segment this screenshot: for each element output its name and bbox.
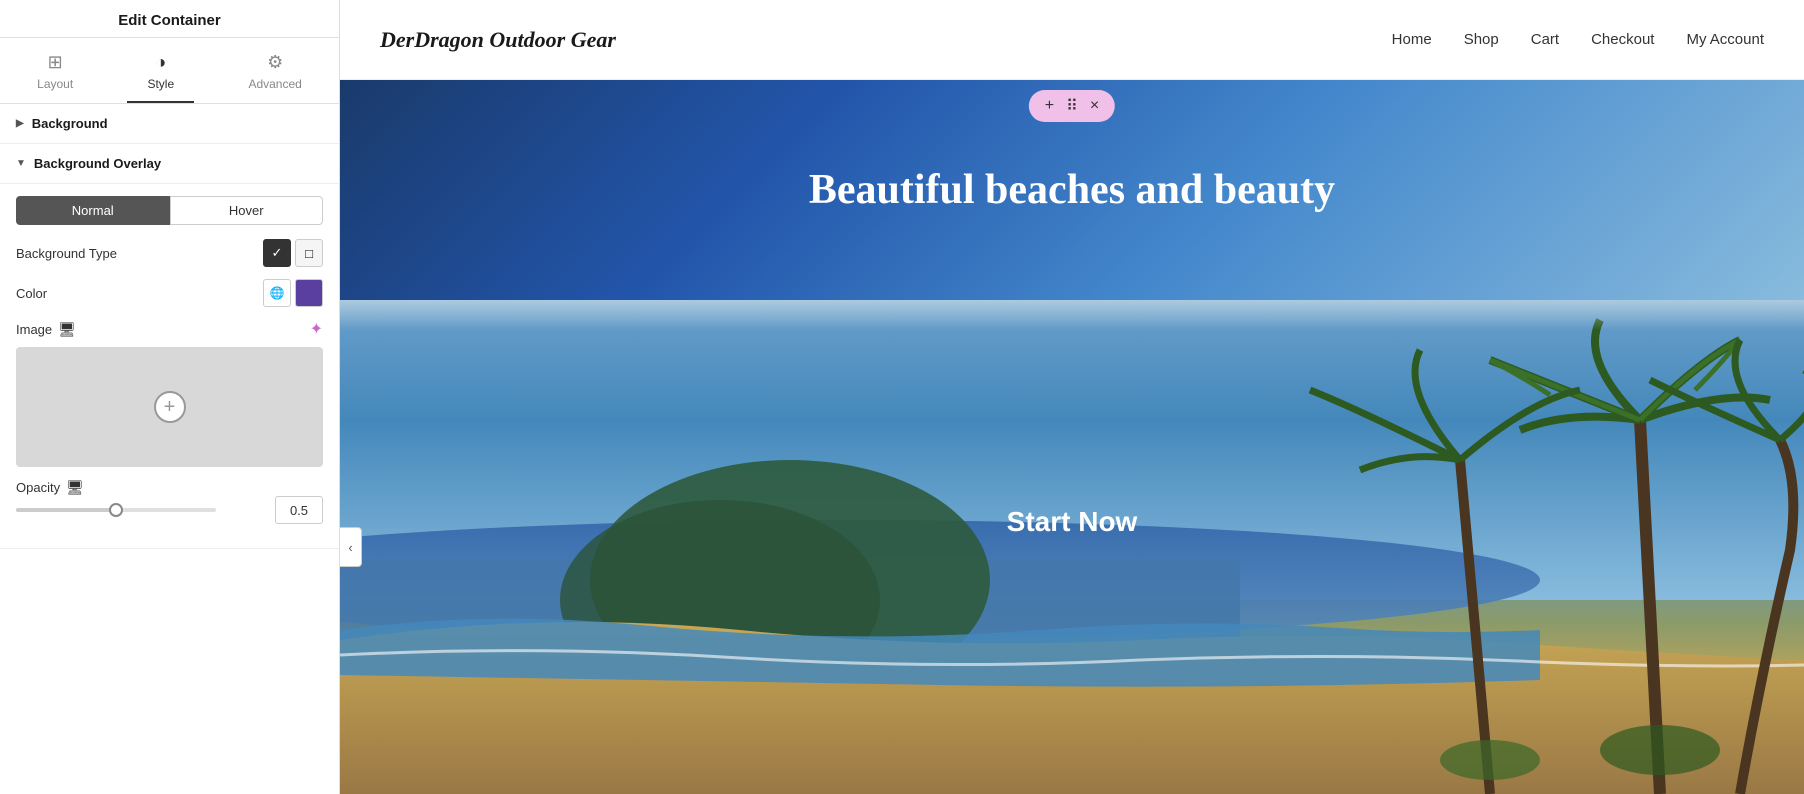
- opacity-slider-fill: [16, 508, 116, 512]
- image-label-group: Image 🖥: [16, 321, 76, 338]
- layout-icon: ⊞: [48, 52, 63, 73]
- background-overlay-content: Normal Hover Background Type ✓ □ Color 🌐…: [0, 184, 339, 549]
- beach-overlay: [340, 300, 1804, 380]
- floating-toolbar: + ⠿ ×: [1029, 90, 1115, 122]
- opacity-slider-track: [16, 508, 216, 512]
- beach-section: Start Now ‹: [340, 300, 1804, 794]
- background-overlay-arrow: ▼: [16, 158, 26, 169]
- background-type-label: Background Type: [16, 246, 117, 261]
- nav-cart[interactable]: Cart: [1531, 31, 1559, 48]
- nav-checkout[interactable]: Checkout: [1591, 31, 1654, 48]
- bg-type-solid-btn[interactable]: ✓: [263, 239, 291, 267]
- color-globe-btn[interactable]: 🌐: [263, 279, 291, 307]
- normal-tab[interactable]: Normal: [16, 196, 170, 225]
- opacity-label-text: Opacity: [16, 480, 60, 495]
- tab-layout[interactable]: ⊞ Layout: [17, 46, 93, 103]
- style-icon: ◑: [155, 52, 166, 73]
- background-type-row: Background Type ✓ □: [16, 239, 323, 267]
- color-swatch[interactable]: [295, 279, 323, 307]
- image-magic-btn[interactable]: ✦: [310, 319, 323, 339]
- background-arrow: ▶: [16, 118, 24, 129]
- nav-my-account[interactable]: My Account: [1686, 31, 1764, 48]
- background-overlay-label: Background Overlay: [34, 156, 161, 171]
- beach-bg: Start Now: [340, 300, 1804, 794]
- opacity-controls-row: [16, 496, 323, 524]
- panel-header: Edit Container: [0, 0, 339, 38]
- image-upload-area[interactable]: +: [16, 347, 323, 467]
- image-row: Image 🖥 ✦: [16, 319, 323, 339]
- nav-shop[interactable]: Shop: [1464, 31, 1499, 48]
- tab-advanced-label: Advanced: [248, 77, 301, 91]
- toolbar-close-btn[interactable]: ×: [1090, 97, 1099, 115]
- site-nav: DerDragon Outdoor Gear Home Shop Cart Ch…: [340, 0, 1804, 80]
- tab-advanced[interactable]: ⚙ Advanced: [228, 46, 321, 103]
- opacity-label-row: Opacity 🖥: [16, 479, 323, 496]
- bg-type-gradient-btn[interactable]: □: [295, 239, 323, 267]
- opacity-monitor-icon: 🖥: [66, 479, 84, 496]
- left-panel: Edit Container ⊞ Layout ◑ Style ⚙ Advanc…: [0, 0, 340, 794]
- color-label: Color: [16, 286, 47, 301]
- nav-links: Home Shop Cart Checkout My Account: [1392, 31, 1764, 48]
- tabs-row: ⊞ Layout ◑ Style ⚙ Advanced: [0, 38, 339, 104]
- collapse-panel-btn[interactable]: ‹: [340, 527, 362, 567]
- tab-layout-label: Layout: [37, 77, 73, 91]
- site-logo: DerDragon Outdoor Gear: [380, 27, 616, 53]
- nav-home[interactable]: Home: [1392, 31, 1432, 48]
- beach-cta: Start Now: [1007, 506, 1138, 538]
- toolbar-drag-btn[interactable]: ⠿: [1066, 96, 1078, 116]
- tab-style[interactable]: ◑ Style: [127, 46, 194, 103]
- background-overlay-section-header[interactable]: ▼ Background Overlay: [0, 144, 339, 184]
- right-area: DerDragon Outdoor Gear Home Shop Cart Ch…: [340, 0, 1804, 794]
- background-type-controls: ✓ □: [263, 239, 323, 267]
- image-monitor-icon: 🖥: [58, 321, 76, 338]
- opacity-slider-container[interactable]: [16, 500, 216, 520]
- hero-title: Beautiful beaches and beauty: [809, 166, 1335, 214]
- image-upload-plus: +: [154, 391, 186, 423]
- opacity-slider-thumb[interactable]: [109, 503, 123, 517]
- panel-title: Edit Container: [16, 12, 323, 29]
- beach-scene-svg: [340, 300, 1804, 794]
- color-controls: 🌐: [263, 279, 323, 307]
- toolbar-add-btn[interactable]: +: [1045, 97, 1054, 115]
- advanced-icon: ⚙: [267, 52, 283, 73]
- opacity-label-group: Opacity 🖥: [16, 479, 84, 496]
- hover-tab[interactable]: Hover: [170, 196, 324, 225]
- normal-hover-tabs: Normal Hover: [16, 196, 323, 225]
- opacity-input[interactable]: [275, 496, 323, 524]
- tab-style-label: Style: [147, 77, 174, 91]
- color-row: Color 🌐: [16, 279, 323, 307]
- image-label-text: Image: [16, 322, 52, 337]
- background-section-header[interactable]: ▶ Background: [0, 104, 339, 144]
- background-label: Background: [32, 116, 108, 131]
